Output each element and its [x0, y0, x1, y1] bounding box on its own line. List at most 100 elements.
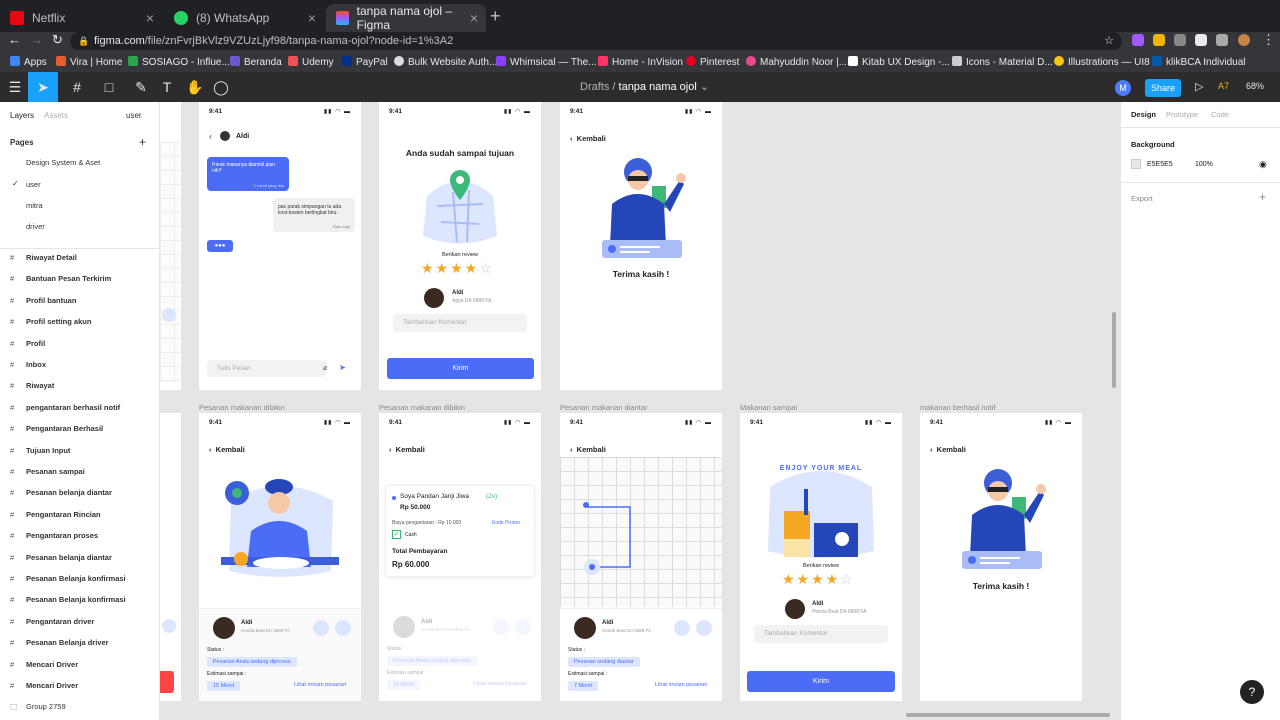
frame-delivering[interactable]: 9:41 ▮▮ ◠ ▬ ‹ Kembali Aldi Honda Beat DA…: [560, 413, 722, 701]
layer-item[interactable]: # Inbox: [10, 360, 46, 369]
file-name[interactable]: tanpa nama ojol: [619, 81, 697, 93]
layer-item[interactable]: # Pesanan Belanja driver: [10, 638, 109, 647]
horizontal-scrollbar[interactable]: [906, 713, 1110, 717]
page-selector[interactable]: user: [126, 111, 142, 120]
tab-netflix[interactable]: Netflix ×: [0, 4, 162, 32]
tab-code[interactable]: Code: [1211, 110, 1229, 119]
bookmark-item[interactable]: klikBCA Individual: [1152, 56, 1245, 68]
bookmark-item[interactable]: Bulk Website Auth...: [394, 56, 497, 68]
frame-arrived[interactable]: 9:41 ▮▮ ◠ ▬ Anda sudah sampai tujuan Ber…: [379, 102, 541, 390]
eye-icon[interactable]: ◉: [1259, 159, 1267, 170]
frame-label[interactable]: Pesanan makanan dibikin: [379, 403, 465, 412]
layer-item[interactable]: # Pengantaran driver: [10, 617, 94, 626]
new-tab-button[interactable]: +: [490, 6, 501, 27]
layer-item[interactable]: ⬚ Group 2759: [10, 702, 66, 711]
opacity-input[interactable]: 100%: [1195, 161, 1213, 168]
page-item[interactable]: mitra: [26, 201, 43, 210]
bookmark-item[interactable]: Pinterest: [686, 56, 739, 68]
share-button[interactable]: Share: [1145, 79, 1181, 97]
breadcrumb[interactable]: Drafts / tanpa nama ojol ⌄: [580, 80, 709, 93]
frame-label[interactable]: makanan berhasil notif: [920, 403, 995, 412]
tab-prototype[interactable]: Prototype: [1166, 110, 1198, 119]
layer-item[interactable]: # Pesanan Belanja konfirmasi: [10, 574, 126, 583]
bookmark-item[interactable]: SOSIAGO - Influe...: [128, 56, 230, 68]
layer-item[interactable]: # Profil setting akun: [10, 317, 91, 326]
bookmark-item[interactable]: Home - InVision: [598, 56, 683, 68]
frame-notif[interactable]: 9:41 ▮▮ ◠ ▬ ‹ Kembali Terima kasih !: [920, 413, 1082, 701]
bookmark-apps[interactable]: Apps: [10, 56, 47, 68]
present-play-icon[interactable]: ▷: [1195, 80, 1203, 93]
layer-item[interactable]: # pengantaran berhasil notif: [10, 403, 120, 412]
add-export-icon[interactable]: +: [1259, 190, 1266, 204]
user-avatar[interactable]: M: [1115, 80, 1131, 96]
bookmark-item[interactable]: Whimsical — The...: [496, 56, 597, 68]
playlist-icon[interactable]: [1216, 34, 1228, 46]
layer-item[interactable]: # Riwayat Detail: [10, 253, 77, 262]
zoom-dropdown[interactable]: 68%: [1246, 81, 1264, 91]
bookmark-item[interactable]: Beranda: [230, 56, 282, 68]
frame-order-detail[interactable]: 9:41 ▮▮ ◠ ▬ ‹ Kembali Soya Pandan Janji …: [379, 413, 541, 701]
url-field[interactable]: 🔒 figma.com/file/znFvrjBkVlz9VZUzLjyf98/…: [70, 32, 1122, 50]
kebab-menu-icon[interactable]: ⋮: [1262, 32, 1275, 48]
layer-item[interactable]: # Pesanan belanja diantar: [10, 488, 112, 497]
color-hex-input[interactable]: E5E5E5: [1147, 161, 1173, 168]
back-arrow-icon[interactable]: ←: [8, 32, 21, 47]
tab-layers[interactable]: Layers: [10, 111, 34, 120]
bookmark-item[interactable]: PayPal: [342, 56, 388, 68]
frame-label[interactable]: Pesanan makanan dibikin: [199, 403, 285, 412]
layer-item[interactable]: # Profil: [10, 339, 45, 348]
bookmark-item[interactable]: Kitab UX Design -...: [848, 56, 950, 68]
extension-icon[interactable]: [1174, 34, 1186, 46]
frame-chat[interactable]: 9:41 ▮▮ ◠ ▬ ‹ Aldi Parak mananya diambil…: [199, 102, 361, 390]
layer-item[interactable]: # Pengantaran Rincian: [10, 510, 101, 519]
layer-item[interactable]: # Mencari Driver: [10, 660, 78, 669]
layer-item[interactable]: # Pesanan belanja diantar: [10, 553, 112, 562]
move-tool-icon[interactable]: ➤: [28, 72, 58, 102]
plugin-badge[interactable]: A7: [1218, 81, 1229, 91]
bookmark-item[interactable]: Icons - Material D...: [952, 56, 1053, 68]
close-icon[interactable]: ×: [146, 10, 154, 26]
help-button[interactable]: ?: [1240, 680, 1264, 704]
puzzle-icon[interactable]: [1195, 34, 1207, 46]
close-icon[interactable]: ×: [308, 10, 316, 26]
color-swatch[interactable]: [1131, 159, 1141, 169]
profile-avatar[interactable]: [1238, 34, 1250, 46]
frame-partial[interactable]: [160, 102, 181, 390]
tab-assets[interactable]: Assets: [44, 111, 68, 120]
layer-item[interactable]: # Pengantaran proses: [10, 531, 98, 540]
page-item[interactable]: Design System & Aset: [26, 158, 100, 167]
text-tool-icon[interactable]: T: [152, 72, 182, 102]
chevron-down-icon[interactable]: ⌄: [700, 81, 709, 93]
layer-item[interactable]: # Profil bantuan: [10, 296, 76, 305]
layer-item[interactable]: # Mencari Driver: [10, 681, 78, 690]
frame-partial[interactable]: [160, 413, 181, 701]
breadcrumb-parent[interactable]: Drafts: [580, 81, 609, 93]
bookmark-item[interactable]: Mahyuddin Noor |...: [746, 56, 847, 68]
layer-item[interactable]: # Pesanan Belanja konfirmasi: [10, 595, 126, 604]
frame-tool-icon[interactable]: #: [62, 72, 92, 102]
tab-figma[interactable]: tanpa nama ojol – Figma ×: [326, 4, 486, 32]
rectangle-tool-icon[interactable]: □: [94, 72, 124, 102]
vertical-scrollbar[interactable]: [1112, 312, 1116, 388]
page-item[interactable]: driver: [26, 222, 45, 231]
figma-canvas[interactable]: 9:41 ▮▮ ◠ ▬ ‹ Aldi Parak mananya diambil…: [160, 102, 1120, 720]
layer-item[interactable]: # Pesanan sampai: [10, 467, 85, 476]
hamburger-menu-icon[interactable]: ☰: [0, 72, 30, 102]
extension-icon[interactable]: [1153, 34, 1165, 46]
layer-item[interactable]: # Pengantaran Berhasil: [10, 424, 103, 433]
frame-food-arrived[interactable]: 9:41 ▮▮ ◠ ▬ ENJOY YOUR MEAL Berikan revi…: [740, 413, 902, 701]
layer-item[interactable]: # Tujuan Input: [10, 446, 70, 455]
bookmark-item[interactable]: Udemy: [288, 56, 334, 68]
tab-design[interactable]: Design: [1131, 110, 1156, 119]
bookmark-item[interactable]: Vira | Home: [56, 56, 122, 68]
add-page-icon[interactable]: +: [139, 135, 146, 149]
frame-label[interactable]: Pesanan makanan diantar: [560, 403, 648, 412]
reload-icon[interactable]: ↻: [52, 32, 63, 48]
frame-label[interactable]: Makanan sampai: [740, 403, 797, 412]
forward-arrow-icon[interactable]: →: [30, 32, 43, 47]
page-item-current[interactable]: user: [26, 180, 41, 189]
frame-cooking[interactable]: 9:41 ▮▮ ◠ ▬ ‹ Kembali Aldi Honda Beat DA…: [199, 413, 361, 701]
close-icon[interactable]: ×: [470, 10, 478, 26]
comment-tool-icon[interactable]: ◯: [206, 72, 236, 102]
star-bookmark-icon[interactable]: ☆: [1104, 32, 1114, 50]
